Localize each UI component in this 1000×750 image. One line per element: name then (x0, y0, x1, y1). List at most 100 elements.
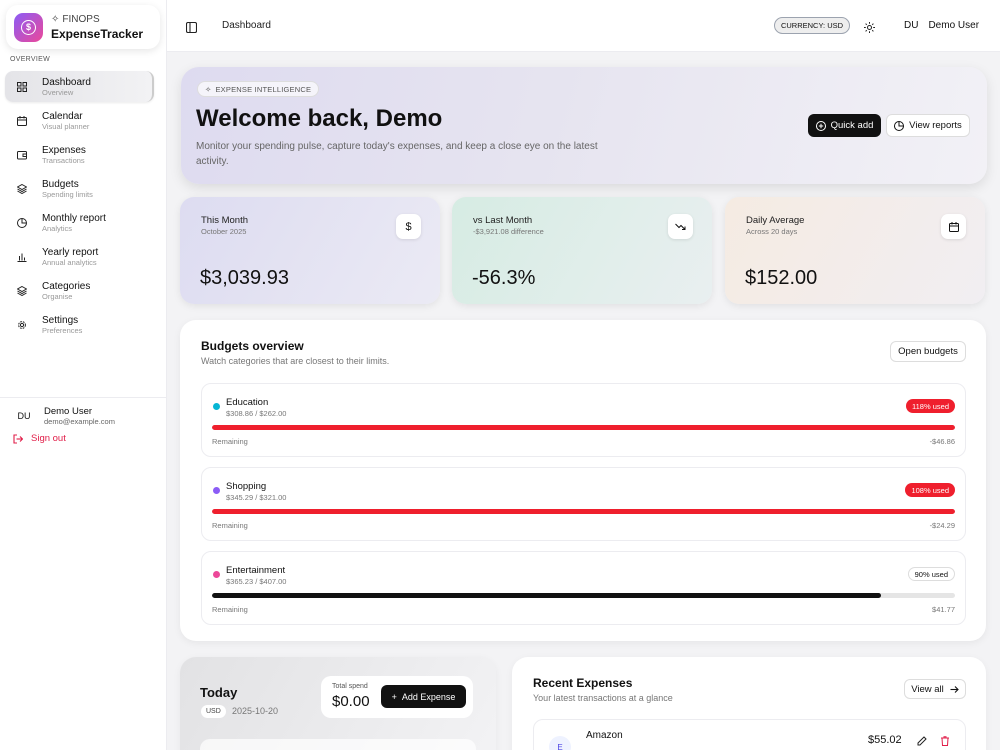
sparkle-icon: ✧ (51, 13, 60, 25)
sidebar-toggle-button[interactable] (185, 20, 198, 34)
category-dot (213, 571, 220, 578)
total-spend-value: $0.00 (332, 693, 370, 710)
hero-chip: ✧ EXPENSE INTELLIGENCE (197, 81, 320, 97)
budget-name: Shopping (226, 481, 267, 492)
remaining-label: Remaining (212, 521, 248, 530)
sidebar-item-label: Calendar (42, 110, 83, 122)
category-dot (213, 487, 220, 494)
gear-icon (17, 320, 27, 330)
page-title: Welcome back, Demo (196, 105, 443, 132)
sidebar-item-sub: Preferences (42, 325, 83, 335)
expense-name: Amazon (586, 730, 623, 741)
sidebar-item-monthly-report[interactable]: Monthly report Analytics (5, 207, 154, 238)
open-budgets-button[interactable]: Open budgets (890, 341, 966, 362)
edit-icon[interactable] (917, 736, 927, 746)
sidebar-item-label: Settings (42, 314, 79, 326)
budget-progress-track (212, 593, 955, 598)
trending-down-icon (668, 214, 693, 239)
stat-value: -56.3% (472, 267, 536, 289)
budget-progress-track (212, 509, 955, 514)
dollar-coin-icon: $ (21, 19, 36, 35)
avatar: DU (904, 20, 919, 31)
calendar-icon (941, 214, 966, 239)
layers-icon (17, 183, 27, 194)
add-expense-button[interactable]: + Add Expense (381, 685, 466, 708)
plus-circle-icon (815, 120, 826, 131)
log-out-icon (13, 433, 23, 444)
sign-out-button[interactable]: Sign out (13, 433, 167, 444)
remaining-label: Remaining (212, 605, 248, 614)
sidebar-item-label: Yearly report (42, 246, 99, 258)
sidebar-item-budgets[interactable]: Budgets Spending limits (5, 173, 154, 204)
sidebar-item-dashboard[interactable]: Dashboard Overview (5, 71, 154, 102)
recent-title: Recent Expenses (533, 676, 633, 690)
budget-item-entertainment[interactable]: Entertainment $365.23 / $407.00 90% used… (201, 551, 966, 625)
view-reports-button[interactable]: View reports (886, 114, 970, 137)
sidebar-item-label: Budgets (42, 178, 79, 190)
remaining-value: -$46.86 (929, 437, 955, 446)
brand-eyebrow: FINOPS (62, 13, 100, 25)
wallet-icon (17, 150, 27, 160)
sparkle-icon: ✧ (205, 84, 212, 94)
stat-card-daily-average: Daily Average Across 20 days $152.00 (725, 197, 985, 304)
hero-chip-label: EXPENSE INTELLIGENCE (215, 84, 312, 94)
budget-amount: $345.29 / $321.00 (226, 493, 287, 502)
stat-label: This Month (201, 215, 248, 226)
budget-item-education[interactable]: Education $308.86 / $262.00 118% used Re… (201, 383, 966, 457)
sidebar-toggle-icon (185, 21, 198, 34)
view-all-button[interactable]: View all (904, 679, 966, 699)
stat-sub: October 2025 (201, 227, 247, 236)
user-menu[interactable]: DU Demo User (904, 20, 979, 31)
sidebar-item-expenses[interactable]: Expenses Transactions (5, 139, 154, 170)
sidebar: $ ✧ FINOPS ExpenseTracker OVERVIEW Dashbo… (0, 0, 167, 750)
brand-card[interactable]: $ ✧ FINOPS ExpenseTracker (6, 5, 160, 49)
arrow-right-icon (950, 685, 959, 693)
total-spend-box: Total spend $0.00 + Add Expense (321, 676, 473, 718)
budgets-title: Budgets overview (201, 339, 304, 353)
budget-item-shopping[interactable]: Shopping $345.29 / $321.00 108% used Rem… (201, 467, 966, 541)
sidebar-nav: Dashboard Overview Calendar Visual planner… (5, 71, 154, 343)
sidebar-item-sub: Visual planner (42, 121, 90, 131)
sign-out-label: Sign out (31, 433, 66, 444)
breadcrumb: Dashboard (222, 20, 271, 31)
sidebar-item-sub: Organise (42, 291, 73, 301)
sidebar-item-sub: Analytics (42, 223, 73, 233)
usage-badge: 108% used (905, 483, 955, 497)
remaining-label: Remaining (212, 437, 248, 446)
budget-amount: $308.86 / $262.00 (226, 409, 287, 418)
sidebar-item-settings[interactable]: Settings Preferences (5, 309, 154, 340)
budget-progress-track (212, 425, 955, 430)
sidebar-item-yearly-report[interactable]: Yearly report Annual analytics (5, 241, 154, 272)
trash-icon[interactable] (940, 736, 950, 746)
dollar-icon: $ (396, 214, 421, 239)
recent-expenses-card: Recent Expenses Your latest transactions… (512, 657, 986, 750)
expense-avatar: E (549, 736, 571, 750)
budget-name: Education (226, 397, 269, 408)
brand-logo: $ (14, 12, 43, 42)
quick-add-button[interactable]: Quick add (808, 114, 881, 137)
list-item[interactable]: E Amazon $55.02 (533, 719, 966, 750)
user-name: Demo User (928, 20, 980, 31)
theme-toggle-button[interactable] (864, 20, 875, 33)
sidebar-item-label: Categories (42, 280, 91, 292)
usage-badge: 90% used (907, 567, 955, 581)
currency-badge[interactable]: CURRENCY: USD (774, 17, 850, 34)
plus-icon: + (391, 691, 397, 702)
today-entry-panel (200, 739, 476, 750)
budget-progress-fill (212, 593, 881, 598)
stat-card-vs-last-month: vs Last Month -$3,921.08 difference -56.… (452, 197, 712, 304)
brand-name: ExpenseTracker (51, 26, 144, 41)
budget-progress-fill (212, 425, 955, 430)
budgets-overview-card: Budgets overview Watch categories that a… (180, 320, 986, 641)
sidebar-item-calendar[interactable]: Calendar Visual planner (5, 105, 154, 136)
usage-badge: 118% used (906, 399, 955, 413)
sidebar-item-sub: Spending limits (42, 189, 93, 199)
sidebar-item-categories[interactable]: Categories Organise (5, 275, 154, 306)
hero-card: ✧ EXPENSE INTELLIGENCE Welcome back, Demo… (181, 67, 987, 184)
view-all-label: View all (911, 683, 944, 695)
sidebar-item-sub: Transactions (42, 155, 85, 165)
calendar-icon (17, 115, 27, 126)
budget-name: Entertainment (226, 565, 286, 576)
grid-icon (17, 81, 27, 92)
bar-chart-icon (17, 252, 27, 262)
